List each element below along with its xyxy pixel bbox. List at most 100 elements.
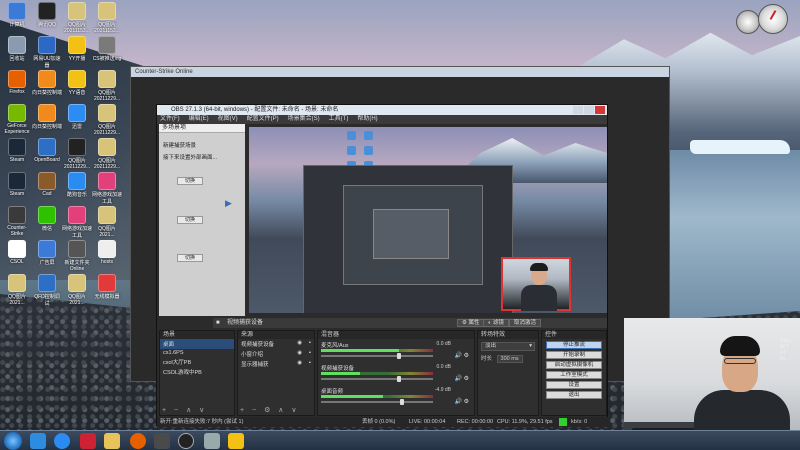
desktop-icon[interactable]: 酷狗音乐 [62, 172, 92, 198]
preview-webcam-source[interactable] [501, 257, 571, 311]
desktop-icon[interactable]: 广告屏 [32, 240, 62, 266]
control-button[interactable]: 停止推流 [546, 341, 602, 349]
desktop-icon[interactable]: YY开播 [62, 36, 92, 62]
desktop-icon[interactable]: QQ图片20211229... [92, 70, 122, 102]
switch-button[interactable]: 切换 [177, 254, 203, 262]
yy-icon[interactable] [228, 433, 244, 449]
desktop-icon[interactable]: Firefox [2, 70, 32, 95]
control-button[interactable]: 设置 [546, 381, 602, 389]
desktop-icon[interactable]: QQ图片2021... [2, 274, 32, 306]
desktop-icon[interactable]: CS被推送ing [92, 36, 122, 62]
sources-toolbar[interactable]: + − ⚙ ∧ ∨ [240, 406, 299, 414]
desktop-icon[interactable]: hosts [92, 240, 122, 265]
switch-button[interactable]: 切换 [177, 216, 203, 224]
obs-preview[interactable] [249, 127, 607, 313]
properties-button[interactable]: ⚙ 属性 [457, 319, 485, 327]
menu-item[interactable]: 文件(F) [160, 116, 180, 122]
volume-fader[interactable] [321, 378, 433, 380]
eye-icon[interactable]: ◉ [297, 350, 302, 356]
desktop-icon[interactable]: 网络游戏加速工具 [92, 172, 122, 205]
close-button[interactable] [595, 106, 605, 114]
collapse-arrow-icon[interactable]: ▶ [225, 198, 232, 209]
volume-fader[interactable] [321, 355, 433, 357]
counter-strike-icon[interactable] [154, 433, 170, 449]
lock-icon[interactable]: ▪ [309, 360, 311, 366]
obs-title-bar[interactable]: OBS 27.1.3 (64-bit, windows) - 配置文件: 未命名… [157, 105, 607, 115]
desktop-icon[interactable]: QQ图片20211153... [92, 2, 122, 34]
desktop-icon[interactable]: 回收站 [2, 36, 32, 62]
desktop-icon[interactable]: GeForce Experience [2, 104, 32, 135]
desktop-icon[interactable]: 向日葵控制端 [32, 104, 62, 130]
fader-handle[interactable] [397, 376, 402, 382]
start-button[interactable] [4, 432, 22, 450]
menu-item[interactable]: 工具(T) [329, 116, 349, 122]
desktop-icon[interactable]: 迅雷 [62, 104, 92, 130]
ie-icon[interactable] [30, 433, 46, 449]
mute-icon[interactable]: 🔊 ⚙ [454, 352, 469, 359]
control-button[interactable]: 启动虚拟摄像机 [546, 361, 602, 369]
desktop-icon[interactable]: 计算机 [2, 2, 32, 28]
desktop-icon[interactable]: QQ图片20211153... [62, 2, 92, 34]
fader-handle[interactable] [397, 353, 402, 359]
desktop-icon[interactable]: Steam [2, 172, 32, 197]
scenes-toolbar[interactable]: + − ∧ ∨ [162, 406, 207, 414]
desktop-icon[interactable]: QQ图片2021... [92, 206, 122, 238]
obs-window[interactable]: OBS 27.1.3 (64-bit, windows) - 配置文件: 未命名… [156, 104, 609, 427]
eye-icon[interactable]: ◉ [297, 360, 302, 366]
duration-input[interactable]: 300 ms [496, 355, 523, 363]
desktop-icon[interactable]: CSOL [2, 240, 32, 265]
scene-item[interactable]: cs1.6PS [160, 349, 234, 357]
scene-item[interactable]: 桌面 [160, 339, 234, 349]
kugou-icon[interactable] [54, 433, 70, 449]
desktop-icon[interactable]: YY语音 [62, 70, 92, 96]
desktop-icon[interactable]: OpenBoard [32, 138, 62, 163]
control-button[interactable]: 退出 [546, 391, 602, 399]
desktop-icon[interactable]: Cad [32, 172, 62, 197]
obs-icon[interactable] [178, 433, 194, 449]
switch-button[interactable]: 切换 [177, 177, 203, 185]
mute-icon[interactable]: 🔊 ⚙ [454, 375, 469, 382]
clock-gadget[interactable] [736, 4, 792, 44]
desktop-icon[interactable]: QQ图片2021... [62, 274, 92, 306]
cad-icon[interactable] [80, 433, 96, 449]
lock-icon[interactable]: ▪ [309, 350, 311, 356]
transition-type-select[interactable]: 淡出 ▾ [481, 342, 535, 351]
scene-item[interactable]: csol大厅PB [160, 357, 234, 367]
desktop-icon[interactable]: 新建文件夹Online [62, 240, 92, 272]
deactivate-button[interactable]: 取消激活 [509, 319, 542, 327]
scene-item[interactable]: CSOL游戏中PB [160, 367, 234, 377]
source-item[interactable]: 视频捕获设备 ◉ ▪ [238, 339, 314, 349]
menu-item[interactable]: 帮助(H) [357, 116, 377, 122]
desktop-icon[interactable]: 微信 [32, 206, 62, 232]
desktop-icon[interactable]: QQ图片20211229... [92, 138, 122, 170]
desktop-icon[interactable]: 无线模拟器 [92, 274, 122, 300]
control-button[interactable]: 工作室模式 [546, 371, 602, 379]
desktop-icon[interactable]: 网络游戏加速工具 [62, 206, 92, 239]
source-item[interactable]: 显示器捕获 ◉ ▪ [238, 359, 314, 369]
desktop-icon[interactable]: QFD控制调试 [32, 274, 62, 307]
mute-icon[interactable]: 🔊 ⚙ [454, 398, 469, 405]
minimize-button[interactable] [573, 106, 583, 114]
lock-icon[interactable]: ▪ [309, 340, 311, 346]
desktop-icon[interactable]: Steam [2, 138, 32, 163]
filters-button[interactable]: ◐ 滤镜 [483, 319, 509, 327]
desktop-icon[interactable]: QQ图片20211229... [62, 138, 92, 170]
menu-item[interactable]: 配置文件(P) [247, 116, 279, 122]
menu-item[interactable]: 编辑(E) [189, 116, 209, 122]
eye-icon[interactable]: ◉ [297, 340, 302, 346]
source-item[interactable]: 小窗介绍 ◉ ▪ [238, 349, 314, 359]
desktop-icon[interactable]: 网易UU加速器 [32, 36, 62, 69]
desktop-icon[interactable]: QQ图片20211229... [92, 104, 122, 136]
fader-handle[interactable] [399, 399, 404, 405]
app-icon[interactable] [204, 433, 220, 449]
desktop-icon[interactable]: Counter-Strike [2, 206, 32, 237]
multi-scene-item[interactable]: 新建捕获场景 [159, 139, 245, 151]
folder-icon[interactable] [104, 433, 120, 449]
control-button[interactable]: 开始录制 [546, 351, 602, 359]
desktop-icon[interactable]: 腾讯QQ [32, 2, 62, 28]
menu-item[interactable]: 视图(V) [218, 116, 238, 122]
firefox-icon[interactable] [130, 433, 146, 449]
maximize-button[interactable] [584, 106, 594, 114]
multi-scene-item[interactable]: 接下来设置外部画面... [159, 151, 245, 163]
volume-fader[interactable] [321, 401, 433, 403]
